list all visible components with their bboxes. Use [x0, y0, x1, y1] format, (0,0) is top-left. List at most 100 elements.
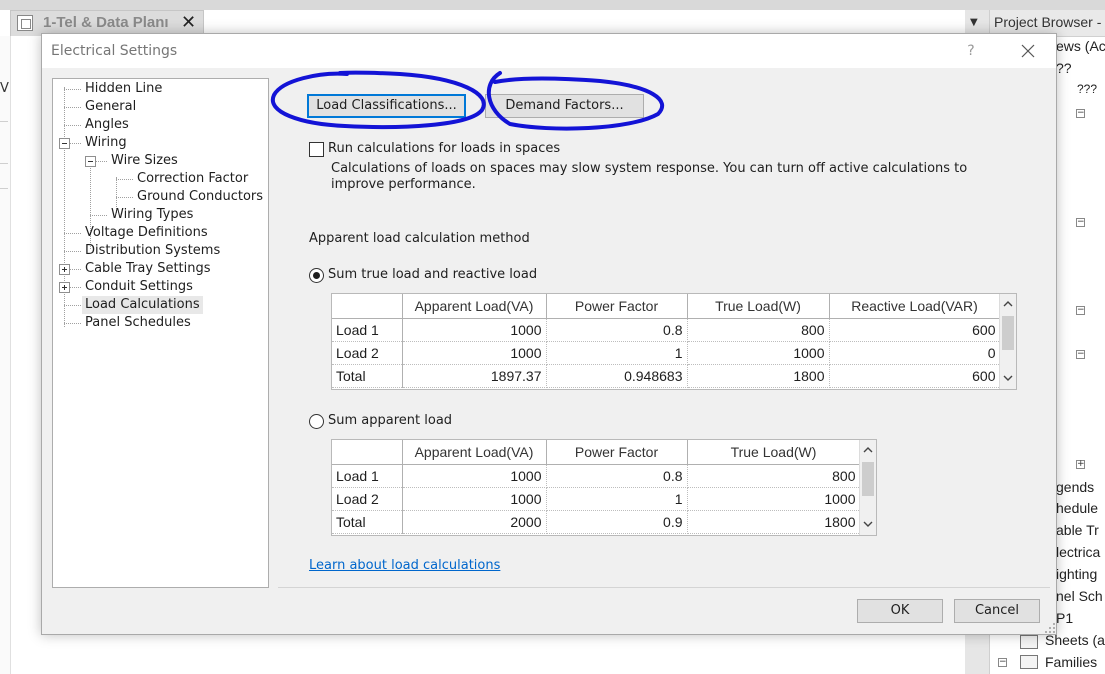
true-load-cell[interactable]: 800 [687, 318, 830, 342]
browser-item[interactable]: nel Sch [1056, 588, 1103, 604]
cable-tray-expand-icon[interactable] [59, 264, 70, 275]
host-left-column: V [0, 36, 11, 674]
tree-item-hidden-line[interactable]: Hidden Line [82, 80, 165, 98]
browser-item[interactable]: P1 [1056, 610, 1073, 626]
wiring-collapse-icon[interactable] [59, 138, 70, 149]
tree-connector [96, 161, 107, 162]
sum-apparent-radio[interactable] [309, 414, 324, 429]
run-calculations-checkbox[interactable] [309, 142, 324, 157]
true-load-cell[interactable]: 800 [687, 464, 861, 488]
tree-connector [64, 107, 81, 108]
reactive-load-cell[interactable]: 600 [829, 318, 1001, 342]
tree-item-wiring-types[interactable]: Wiring Types [108, 206, 196, 224]
tree-item-conduit-settings[interactable]: Conduit Settings [82, 278, 196, 296]
conduit-expand-icon[interactable] [59, 282, 70, 293]
power-factor-cell[interactable]: 1 [546, 341, 688, 365]
true-load-cell: 1800 [687, 364, 830, 388]
load-classifications-button[interactable]: Load Classifications... [307, 94, 466, 118]
true-load-cell[interactable]: 1000 [687, 341, 830, 365]
tree-connector [70, 143, 81, 144]
apparent-load-cell[interactable]: 1000 [402, 341, 547, 365]
demand-factors-button[interactable]: Demand Factors... [485, 94, 644, 118]
browser-item[interactable]: gends [1056, 479, 1094, 495]
close-button[interactable] [1014, 39, 1042, 63]
help-button[interactable]: ? [960, 40, 982, 62]
power-factor-cell[interactable]: 0.8 [546, 318, 688, 342]
apparent-load-cell[interactable]: 1000 [402, 318, 547, 342]
column-header: Apparent Load(VA) [402, 440, 547, 465]
scroll-up-icon[interactable] [860, 442, 876, 459]
reactive-load-cell[interactable]: 0 [829, 341, 1001, 365]
grid-scrollbar[interactable] [999, 294, 1016, 389]
families-icon [1020, 655, 1038, 669]
expand-icon[interactable]: + [1076, 460, 1085, 469]
dropdown-arrow-icon[interactable]: ▼ [970, 17, 978, 28]
row-header: Total [332, 510, 403, 534]
true-load-cell: 1800 [687, 510, 861, 534]
wire-sizes-collapse-icon[interactable] [85, 156, 96, 167]
collapse-icon[interactable]: − [1076, 306, 1085, 315]
sum-apparent-label[interactable]: Sum apparent load [328, 413, 452, 428]
power-factor-cell[interactable]: 1 [546, 487, 688, 511]
resize-grip-icon[interactable] [1044, 622, 1056, 634]
browser-item[interactable]: ??? [1077, 82, 1097, 96]
row-header: Load 2 [332, 341, 403, 365]
tree-item-panel-schedules[interactable]: Panel Schedules [82, 314, 194, 332]
collapse-icon[interactable]: − [1076, 218, 1085, 227]
scroll-thumb[interactable] [1002, 316, 1014, 350]
grid-corner [332, 440, 403, 465]
cancel-button[interactable]: Cancel [954, 599, 1040, 623]
run-calculations-label[interactable]: Run calculations for loads in spaces [328, 141, 560, 156]
apparent-load-cell[interactable]: 1000 [402, 464, 547, 488]
row-header: Total [332, 364, 403, 388]
tree-connector [90, 215, 107, 216]
scroll-down-icon[interactable] [1000, 371, 1016, 388]
browser-item[interactable]: able Tr [1056, 522, 1099, 538]
floor-plan-icon [17, 15, 33, 31]
browser-item[interactable]: ighting [1056, 566, 1097, 582]
tree-item-wiring[interactable]: Wiring [82, 134, 130, 152]
sum-true-reactive-radio[interactable] [309, 268, 324, 283]
tree-connector [64, 251, 81, 252]
tree-item-ground-conductors[interactable]: Ground Conductors [134, 188, 266, 206]
close-icon[interactable]: ✕ [181, 12, 196, 33]
tree-connector [70, 287, 81, 288]
true-reactive-grid: Apparent Load(VA) Power Factor True Load… [331, 293, 1017, 390]
browser-item[interactable]: ews (Ac [1056, 38, 1105, 54]
ok-button[interactable]: OK [857, 599, 943, 623]
scroll-thumb[interactable] [862, 462, 874, 496]
button-separator [278, 587, 1050, 588]
collapse-icon[interactable]: − [1076, 109, 1085, 118]
table-row: Load 1 1000 0.8 800 [332, 464, 861, 488]
table-row: Load 2 1000 1 1000 0 [332, 341, 1001, 365]
browser-item[interactable]: Families [1045, 654, 1097, 670]
browser-item[interactable]: hedule [1056, 500, 1098, 516]
tree-item-cable-tray-settings[interactable]: Cable Tray Settings [82, 260, 214, 278]
row-header: Load 1 [332, 318, 403, 342]
dialog-title: Electrical Settings [51, 43, 178, 59]
tree-item-wire-sizes[interactable]: Wire Sizes [108, 152, 181, 170]
apparent-load-cell: 1897.37 [402, 364, 547, 388]
tree-item-general[interactable]: General [82, 98, 139, 116]
left-column-mark: V [0, 81, 9, 96]
tree-connector [64, 233, 81, 234]
scroll-up-icon[interactable] [1000, 296, 1016, 313]
collapse-icon[interactable]: − [998, 658, 1007, 667]
tree-item-angles[interactable]: Angles [82, 116, 132, 134]
browser-item[interactable]: lectrica [1056, 544, 1100, 560]
browser-item[interactable]: ?? [1056, 60, 1072, 76]
tree-item-distribution-systems[interactable]: Distribution Systems [82, 242, 223, 260]
power-factor-cell[interactable]: 0.8 [546, 464, 688, 488]
tree-item-load-calculations[interactable]: Load Calculations [82, 296, 203, 314]
table-row: Load 2 1000 1 1000 [332, 487, 861, 511]
tree-item-voltage-definitions[interactable]: Voltage Definitions [82, 224, 211, 242]
sum-true-reactive-label[interactable]: Sum true load and reactive load [328, 267, 537, 282]
true-load-cell[interactable]: 1000 [687, 487, 861, 511]
learn-about-load-calculations-link[interactable]: Learn about load calculations [309, 558, 500, 573]
apparent-load-cell[interactable]: 1000 [402, 487, 547, 511]
scroll-down-icon[interactable] [860, 517, 876, 534]
grid-scrollbar[interactable] [859, 440, 876, 535]
tree-connector [70, 269, 81, 270]
collapse-icon[interactable]: − [1076, 350, 1085, 359]
tree-item-correction-factor[interactable]: Correction Factor [134, 170, 251, 188]
